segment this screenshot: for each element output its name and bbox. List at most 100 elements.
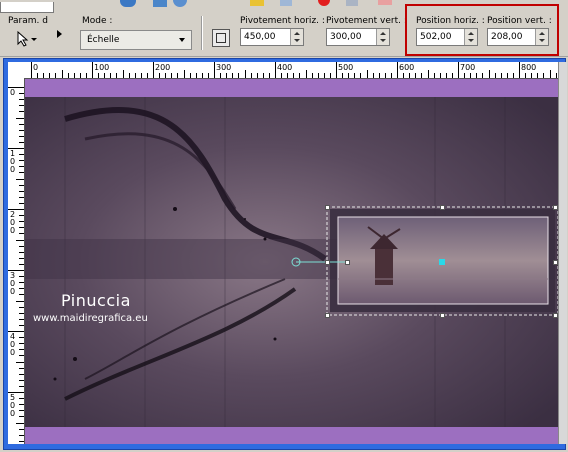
pivot-v-input[interactable]: 300,00 bbox=[326, 28, 390, 46]
selection-handle-tr[interactable] bbox=[553, 205, 558, 210]
ruler-tick bbox=[16, 422, 24, 424]
chevron-down-icon bbox=[179, 38, 185, 42]
ruler-tick bbox=[366, 70, 368, 78]
ruler-tick bbox=[19, 141, 24, 143]
selection-handle-bl[interactable] bbox=[325, 313, 330, 318]
ruler-tick bbox=[98, 73, 100, 78]
selection-handle-br[interactable] bbox=[553, 313, 558, 318]
selection-handle-mr[interactable] bbox=[553, 260, 558, 265]
preset-field[interactable] bbox=[0, 2, 54, 13]
ruler-tick bbox=[549, 70, 551, 78]
ruler-tick bbox=[140, 73, 142, 78]
pivot-h-value: 450,00 bbox=[244, 32, 276, 42]
cube-icon[interactable] bbox=[153, 0, 167, 7]
pivot-h-input[interactable]: 450,00 bbox=[240, 28, 304, 46]
pos-h-input[interactable]: 502,00 bbox=[416, 28, 478, 46]
ruler-tick bbox=[183, 70, 185, 78]
selection-handle-bc[interactable] bbox=[440, 313, 445, 318]
ruler-tick bbox=[299, 73, 301, 78]
pointer-tool-icon[interactable] bbox=[14, 30, 40, 48]
ruler-tick bbox=[403, 73, 405, 78]
delete-icon[interactable] bbox=[378, 0, 392, 5]
ruler-tick bbox=[37, 73, 39, 78]
ruler-tick bbox=[512, 73, 514, 78]
split-icon[interactable] bbox=[346, 0, 358, 6]
ruler-tick bbox=[427, 70, 429, 78]
ruler-tick bbox=[287, 73, 289, 78]
ruler-label: 500 bbox=[338, 63, 354, 72]
ruler-tick bbox=[19, 135, 24, 137]
ruler-tick bbox=[19, 379, 24, 381]
ruler-tick bbox=[293, 73, 295, 78]
ruler-tick bbox=[19, 318, 24, 320]
flag-icon[interactable] bbox=[280, 0, 292, 6]
toolbar-separator bbox=[201, 16, 203, 50]
ruler-tick bbox=[49, 73, 51, 78]
ruler-tick bbox=[476, 73, 478, 78]
ruler-tick bbox=[317, 73, 319, 78]
ruler-tick bbox=[19, 324, 24, 326]
ruler-tick bbox=[226, 73, 228, 78]
pivot-icon[interactable] bbox=[212, 29, 230, 47]
ruler-tick bbox=[31, 62, 32, 78]
spinner-arrows-icon[interactable] bbox=[376, 29, 389, 45]
ruler-label: 100 bbox=[94, 63, 110, 72]
record-icon[interactable] bbox=[318, 0, 330, 6]
spinner-arrows-icon[interactable] bbox=[535, 29, 548, 45]
selection-handle-ml[interactable] bbox=[325, 260, 330, 265]
layer-icon[interactable] bbox=[250, 0, 264, 6]
arrow-icon[interactable] bbox=[120, 0, 136, 7]
ruler-tick bbox=[329, 73, 331, 78]
ruler-label: 400 bbox=[10, 332, 16, 357]
ruler-tick bbox=[85, 73, 87, 78]
ruler-tick bbox=[525, 73, 527, 78]
ruler-tick bbox=[464, 73, 466, 78]
expand-arrow-icon[interactable] bbox=[57, 30, 62, 38]
ruler-label: 400 bbox=[277, 63, 293, 72]
ruler-tick bbox=[19, 111, 24, 113]
ruler-tick bbox=[19, 440, 24, 442]
ruler-tick bbox=[19, 343, 24, 345]
ruler-tick bbox=[378, 73, 380, 78]
selection-handle-tl[interactable] bbox=[325, 205, 330, 210]
ruler-tick bbox=[458, 62, 459, 78]
image-canvas[interactable]: Pinuccia www.maidiregrafica.eu bbox=[25, 79, 558, 444]
ruler-tick bbox=[250, 73, 252, 78]
ruler-tick bbox=[19, 257, 24, 259]
ruler-tick bbox=[19, 166, 24, 168]
ruler-tick bbox=[19, 428, 24, 430]
ruler-label: 800 bbox=[521, 63, 537, 72]
ruler-tick bbox=[128, 73, 130, 78]
globe-icon[interactable] bbox=[173, 0, 187, 7]
ruler-tick bbox=[415, 73, 417, 78]
toolbar: Param. d Mode : Échelle Pivotement horiz… bbox=[0, 0, 568, 57]
vertical-scrollbar[interactable] bbox=[558, 62, 567, 444]
ruler-tick bbox=[214, 62, 215, 78]
ruler-label: 300 bbox=[10, 271, 16, 296]
spinner-arrows-icon[interactable] bbox=[464, 29, 477, 45]
ruler-tick bbox=[189, 73, 191, 78]
ruler-tick bbox=[19, 154, 24, 156]
ruler-tick bbox=[16, 178, 24, 180]
ruler-tick bbox=[67, 73, 69, 78]
ruler-tick bbox=[19, 355, 24, 357]
ruler-tick bbox=[451, 73, 453, 78]
pos-v-input[interactable]: 208,00 bbox=[487, 28, 549, 46]
pivot-handle[interactable] bbox=[345, 260, 350, 265]
ruler-tick bbox=[19, 367, 24, 369]
ruler-tick bbox=[92, 62, 93, 78]
ruler-tick bbox=[445, 73, 447, 78]
ruler-tick bbox=[19, 129, 24, 131]
ruler-tick bbox=[220, 73, 222, 78]
ruler-tick bbox=[488, 70, 490, 78]
ruler-tick bbox=[19, 123, 24, 125]
ruler-tick bbox=[19, 434, 24, 436]
selection-handle-tc[interactable] bbox=[440, 205, 445, 210]
ruler-tick bbox=[19, 337, 24, 339]
ruler-tick bbox=[16, 239, 24, 241]
spinner-arrows-icon[interactable] bbox=[290, 29, 303, 45]
mode-select[interactable]: Échelle bbox=[80, 30, 192, 50]
ruler-tick bbox=[153, 62, 154, 78]
ruler-tick bbox=[19, 410, 24, 412]
pos-h-value: 502,00 bbox=[420, 32, 452, 42]
